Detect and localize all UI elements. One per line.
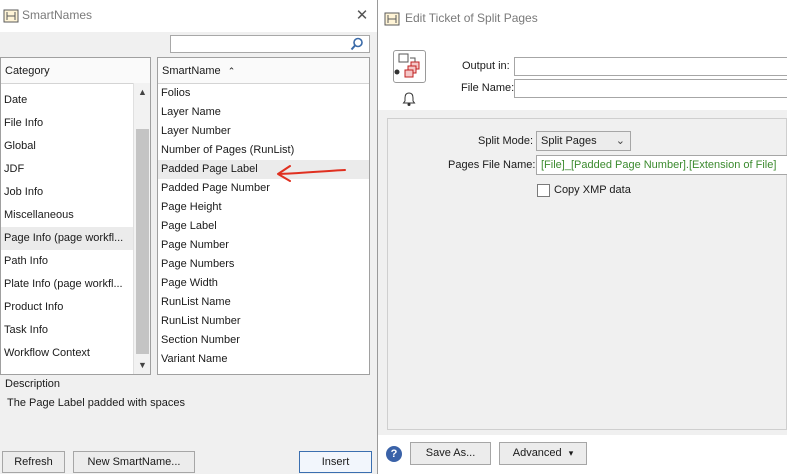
smartname-item-page-numbers[interactable]: Page Numbers (158, 255, 369, 274)
scroll-down-icon[interactable]: ▼ (134, 356, 151, 374)
category-item-product-info[interactable]: Product Info (1, 296, 133, 319)
advanced-label: Advanced (512, 447, 562, 459)
pages-file-name-label: Pages File Name: (448, 159, 536, 171)
smartnames-title: SmartNames (22, 8, 93, 22)
category-item-task-info[interactable]: Task Info (1, 319, 133, 342)
copy-xmp-label: Copy XMP data (554, 184, 631, 196)
split-mode-value: Split Pages (541, 135, 597, 147)
smartname-item-runlist-name[interactable]: RunList Name (158, 293, 369, 312)
smartname-item-folios[interactable]: Folios (158, 84, 369, 103)
chevron-down-icon: ⌄ (615, 135, 625, 147)
search-icon[interactable] (350, 37, 364, 51)
advanced-button[interactable]: Advanced ▾ (499, 442, 587, 465)
category-item-page-info[interactable]: Page Info (page workfl... (1, 227, 133, 250)
edit-ticket-title: Edit Ticket of Split Pages (405, 11, 538, 25)
file-name-label: File Name: (461, 82, 515, 94)
smartname-header-label: SmartName (162, 65, 221, 77)
smartname-item-section-number[interactable]: Section Number (158, 331, 369, 350)
split-pages-icon (393, 50, 426, 83)
app-icon (3, 9, 19, 23)
smartname-item-page-number[interactable]: Page Number (158, 236, 369, 255)
category-item-date[interactable]: Date (1, 89, 133, 112)
category-scrollbar[interactable]: ▲ ▼ (133, 83, 150, 374)
smartname-item-page-label[interactable]: Page Label (158, 217, 369, 236)
category-item-path-info[interactable]: Path Info (1, 250, 133, 273)
file-name-field[interactable] (514, 79, 787, 98)
category-item-file-info[interactable]: File Info (1, 112, 133, 135)
smartnames-titlebar: SmartNames ✕ (0, 0, 377, 32)
bell-icon[interactable] (401, 91, 417, 107)
category-list: Date File Info Global JDF Job Info Misce… (1, 89, 150, 365)
smartname-list-panel: SmartName ⌃ Folios Layer Name Layer Numb… (157, 57, 370, 375)
new-smartname-button[interactable]: New SmartName... (73, 451, 195, 473)
smartname-item-page-height[interactable]: Page Height (158, 198, 369, 217)
refresh-button[interactable]: Refresh (2, 451, 65, 473)
insert-button[interactable]: Insert (299, 451, 372, 473)
app-icon (384, 12, 400, 26)
close-icon[interactable]: ✕ (352, 6, 372, 26)
scrollbar-thumb[interactable] (136, 129, 149, 354)
help-icon[interactable]: ? (386, 446, 402, 462)
category-item-plate-info[interactable]: Plate Info (page workfl... (1, 273, 133, 296)
output-in-field[interactable] (514, 57, 787, 76)
smartname-item-layer-number[interactable]: Layer Number (158, 122, 369, 141)
split-mode-label: Split Mode: (478, 135, 534, 147)
category-item-workflow-context[interactable]: Workflow Context (1, 342, 133, 365)
smartname-item-number-of-pages[interactable]: Number of Pages (RunList) (158, 141, 369, 160)
copy-xmp-checkbox[interactable] (537, 184, 550, 197)
dropdown-arrow-icon: ▾ (568, 448, 574, 458)
category-list-panel: Category Date File Info Global JDF Job I… (0, 57, 151, 375)
edit-ticket-dialog: Edit Ticket of Split Pages Output in: Fi… (378, 0, 787, 474)
smartname-item-page-width[interactable]: Page Width (158, 274, 369, 293)
save-as-button[interactable]: Save As... (410, 442, 491, 465)
scroll-up-icon[interactable]: ▲ (134, 83, 151, 101)
category-item-miscellaneous[interactable]: Miscellaneous (1, 204, 133, 227)
split-mode-select[interactable]: Split Pages ⌄ (536, 131, 631, 151)
category-item-job-info[interactable]: Job Info (1, 181, 133, 204)
search-input[interactable] (170, 35, 370, 53)
category-item-global[interactable]: Global (1, 135, 133, 158)
smartname-list: Folios Layer Name Layer Number Number of… (158, 84, 369, 369)
annotation-arrow-icon (277, 165, 346, 182)
smartname-item-layer-name[interactable]: Layer Name (158, 103, 369, 122)
category-column-header[interactable]: Category (1, 58, 150, 84)
sort-ascending-icon: ⌃ (227, 66, 236, 76)
description-label: Description (5, 378, 61, 390)
output-in-label: Output in: (462, 60, 510, 72)
smartname-item-runlist-number[interactable]: RunList Number (158, 312, 369, 331)
description-text: The Page Label padded with spaces (7, 397, 185, 409)
smartnames-dialog: SmartNames ✕ Category Date File Info Glo… (0, 0, 378, 474)
pages-file-name-field[interactable]: [File]_[Padded Page Number].[Extension o… (536, 155, 787, 175)
smartname-column-header[interactable]: SmartName ⌃ (158, 58, 369, 84)
smartname-item-variant-name[interactable]: Variant Name (158, 350, 369, 369)
category-item-jdf[interactable]: JDF (1, 158, 133, 181)
